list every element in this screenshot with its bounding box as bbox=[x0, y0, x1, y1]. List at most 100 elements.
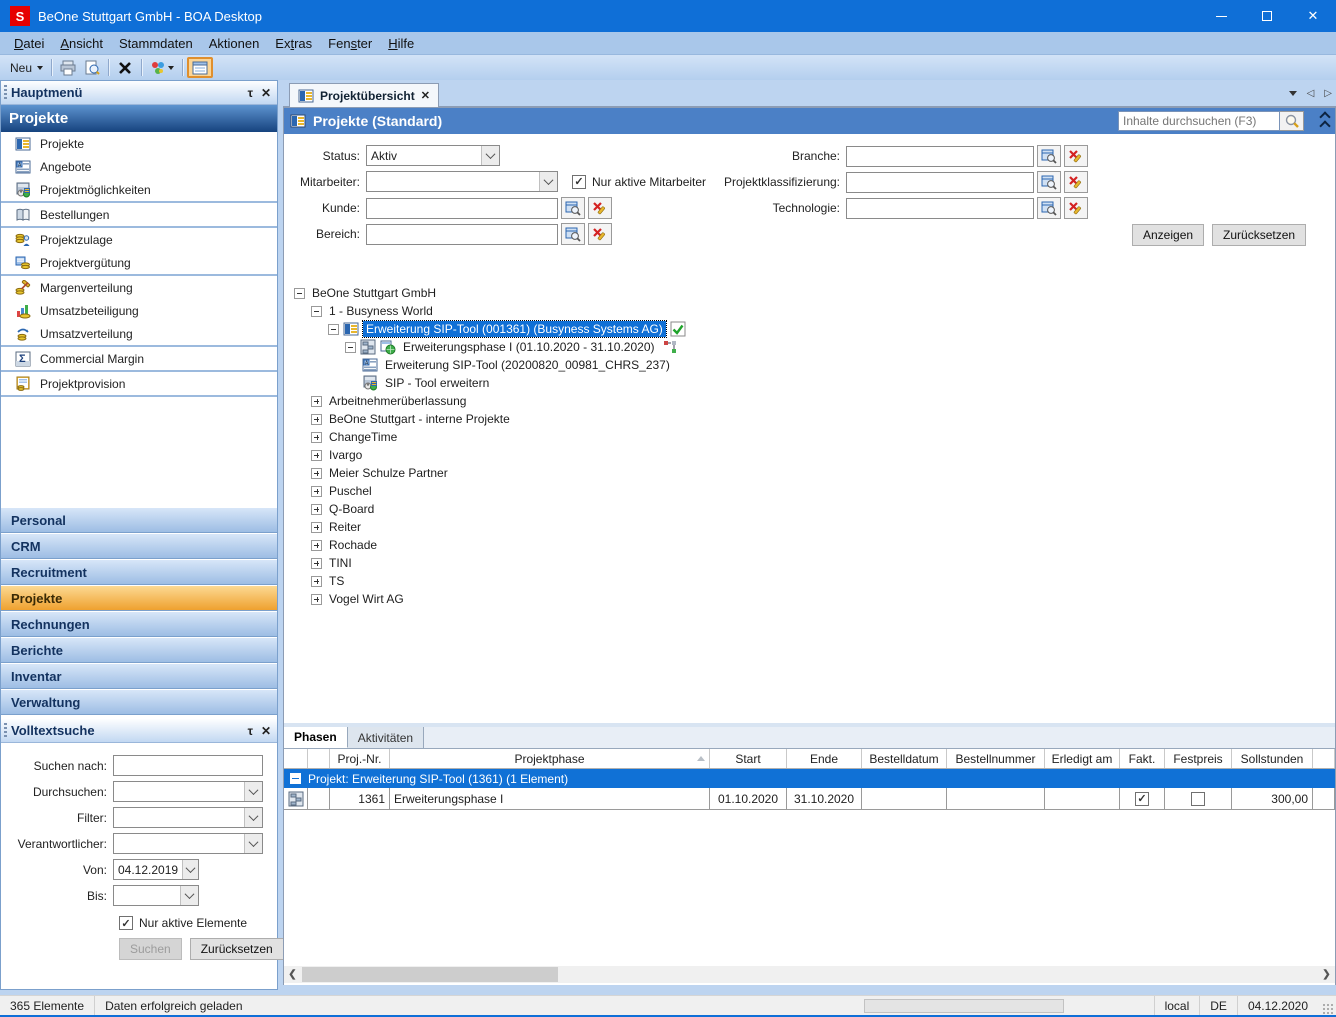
column-header-bestelldatum[interactable]: Bestelldatum bbox=[862, 749, 947, 768]
expand-icon[interactable] bbox=[311, 414, 322, 425]
content-search-input[interactable] bbox=[1118, 111, 1280, 131]
column-header-proj-nr-[interactable]: Proj.-Nr. bbox=[330, 749, 390, 768]
tree-node-label[interactable]: TINI bbox=[326, 555, 355, 571]
sidebar-item-projekte[interactable]: Projekte bbox=[1, 132, 277, 155]
expand-icon[interactable] bbox=[311, 396, 322, 407]
maximize-button[interactable] bbox=[1244, 0, 1290, 32]
search-button[interactable] bbox=[1280, 111, 1304, 131]
menu-datei[interactable]: Datei bbox=[6, 34, 52, 53]
bereich-clear-button[interactable] bbox=[588, 223, 612, 245]
nur-aktive-mitarbeiter-checkbox[interactable] bbox=[572, 175, 586, 189]
column-header-bestellnummer[interactable]: Bestellnummer bbox=[947, 749, 1045, 768]
tree-node-label[interactable]: Ivargo bbox=[326, 447, 365, 463]
kunde-clear-button[interactable] bbox=[588, 197, 612, 219]
expand-icon[interactable] bbox=[311, 468, 322, 479]
tree-node-label[interactable]: Erweiterung SIP-Tool (001361) (Busyness … bbox=[363, 321, 666, 337]
tree-node-label[interactable]: ChangeTime bbox=[326, 429, 400, 445]
tree-node[interactable]: Ivargo bbox=[284, 446, 1335, 464]
row-cell[interactable] bbox=[862, 788, 947, 809]
vts-zuruecksetzen-button[interactable]: Zurücksetzen bbox=[190, 938, 284, 960]
expand-icon[interactable] bbox=[311, 450, 322, 461]
row-cell[interactable]: Erweiterungsphase I bbox=[390, 788, 710, 809]
table-row[interactable]: 1361Erweiterungsphase I01.10.202031.10.2… bbox=[284, 788, 1335, 810]
menu-stammdaten[interactable]: Stammdaten bbox=[111, 34, 201, 53]
structure-icon[interactable] bbox=[662, 339, 678, 355]
column-header-festpreis[interactable]: Festpreis bbox=[1165, 749, 1232, 768]
kunde-lookup-button[interactable] bbox=[561, 197, 585, 219]
tree-node[interactable]: Rochade bbox=[284, 536, 1335, 554]
menu-hilfe[interactable]: Hilfe bbox=[380, 34, 422, 53]
collapse-icon[interactable] bbox=[294, 288, 305, 299]
close-panel-icon[interactable]: ✕ bbox=[261, 86, 271, 100]
section-crm[interactable]: CRM bbox=[1, 533, 277, 559]
filter-zuruecksetzen-button[interactable]: Zurücksetzen bbox=[1212, 224, 1306, 246]
tree-node[interactable]: 1 - Busyness World bbox=[284, 302, 1335, 320]
resize-grip[interactable] bbox=[1322, 1003, 1334, 1015]
bereich-lookup-button[interactable] bbox=[561, 223, 585, 245]
section-berichte[interactable]: Berichte bbox=[1, 637, 277, 663]
row-icon-cell[interactable] bbox=[284, 788, 308, 809]
row-cell[interactable] bbox=[947, 788, 1045, 809]
tree-node-label[interactable]: Puschel bbox=[326, 483, 375, 499]
tree-node[interactable]: TINI bbox=[284, 554, 1335, 572]
menu-fenster[interactable]: Fenster bbox=[320, 34, 380, 53]
sidebar-item-projektm-glichkeiten[interactable]: Projektmöglichkeiten bbox=[1, 178, 277, 201]
tree-node-label[interactable]: Arbeitnehmerüberlassung bbox=[326, 393, 469, 409]
row-cell[interactable]: 31.10.2020 bbox=[787, 788, 862, 809]
tree-node[interactable]: Erweiterungsphase I (01.10.2020 - 31.10.… bbox=[284, 338, 1335, 356]
collapse-icon[interactable] bbox=[328, 324, 339, 335]
checkbox-unchecked[interactable] bbox=[1191, 792, 1205, 806]
branche-clear-button[interactable] bbox=[1064, 145, 1088, 167]
drag-grip-icon[interactable] bbox=[4, 723, 7, 739]
tree-node-label[interactable]: TS bbox=[326, 573, 347, 589]
tree-node[interactable]: ChangeTime bbox=[284, 428, 1335, 446]
projektklassifizierung-lookup-button[interactable] bbox=[1037, 171, 1061, 193]
menu-ansicht[interactable]: Ansicht bbox=[52, 34, 111, 53]
drag-grip-icon[interactable] bbox=[4, 85, 7, 101]
tree-node[interactable]: Meier Schulze Partner bbox=[284, 464, 1335, 482]
expand-icon[interactable] bbox=[311, 540, 322, 551]
sidebar-item-angebote[interactable]: AAngebote bbox=[1, 155, 277, 178]
pin-icon[interactable]: τ bbox=[248, 86, 253, 100]
tree-node-label[interactable]: Reiter bbox=[326, 519, 364, 535]
status-combo[interactable]: Aktiv bbox=[366, 145, 500, 166]
vts-filter-combo[interactable] bbox=[113, 807, 263, 828]
mitarbeiter-combo[interactable] bbox=[366, 171, 558, 192]
print-button[interactable] bbox=[56, 57, 80, 78]
row-cell[interactable] bbox=[308, 788, 330, 809]
tree-node[interactable]: Q-Board bbox=[284, 500, 1335, 518]
sidebar-item-umsatzbeteiligung[interactable]: Umsatzbeteiligung bbox=[1, 299, 277, 322]
sidebar-item-projektzulage[interactable]: Projektzulage bbox=[1, 228, 277, 251]
vts-durchsuchen-combo[interactable] bbox=[113, 781, 263, 802]
scroll-left-icon[interactable]: ❮ bbox=[284, 966, 301, 983]
technologie-lookup-button[interactable] bbox=[1037, 197, 1061, 219]
column-header-blank[interactable] bbox=[308, 749, 330, 768]
anzeigen-button[interactable]: Anzeigen bbox=[1132, 224, 1204, 246]
tree-node-label[interactable]: Meier Schulze Partner bbox=[326, 465, 451, 481]
pin-icon[interactable]: τ bbox=[248, 724, 253, 738]
vts-verantwortlicher-combo[interactable] bbox=[113, 833, 263, 854]
projektklassifizierung-clear-button[interactable] bbox=[1064, 171, 1088, 193]
sidebar-item-bestellungen[interactable]: Bestellungen bbox=[1, 203, 277, 226]
sidebar-item-umsatzverteilung[interactable]: Umsatzverteilung bbox=[1, 322, 277, 345]
suchen-button[interactable]: Suchen bbox=[119, 938, 182, 960]
expand-icon[interactable] bbox=[311, 522, 322, 533]
kunde-input[interactable] bbox=[366, 198, 558, 219]
tree-node[interactable]: Reiter bbox=[284, 518, 1335, 536]
tree-node-label[interactable]: SIP - Tool erweitern bbox=[382, 375, 492, 391]
tab-close-icon[interactable]: ✕ bbox=[421, 89, 430, 102]
close-panel-icon[interactable]: ✕ bbox=[261, 724, 271, 738]
tab-projektuebersicht[interactable]: Projektübersicht ✕ bbox=[289, 83, 439, 107]
tab-list-dropdown-icon[interactable] bbox=[1289, 91, 1297, 96]
scroll-right-icon[interactable]: ❯ bbox=[1318, 966, 1335, 983]
row-cell[interactable]: 300,00 bbox=[1232, 788, 1313, 809]
tree-node[interactable]: Erweiterung SIP-Tool (001361) (Busyness … bbox=[284, 320, 1335, 338]
collapse-icon[interactable] bbox=[345, 342, 356, 353]
horizontal-scrollbar[interactable]: ❮ ❯ bbox=[284, 966, 1335, 983]
tree-node[interactable]: TS bbox=[284, 572, 1335, 590]
expand-icon[interactable] bbox=[311, 558, 322, 569]
technologie-clear-button[interactable] bbox=[1064, 197, 1088, 219]
section-recruitment[interactable]: Recruitment bbox=[1, 559, 277, 585]
column-header-fakt-[interactable]: Fakt. bbox=[1120, 749, 1165, 768]
row-cell[interactable]: 01.10.2020 bbox=[710, 788, 787, 809]
